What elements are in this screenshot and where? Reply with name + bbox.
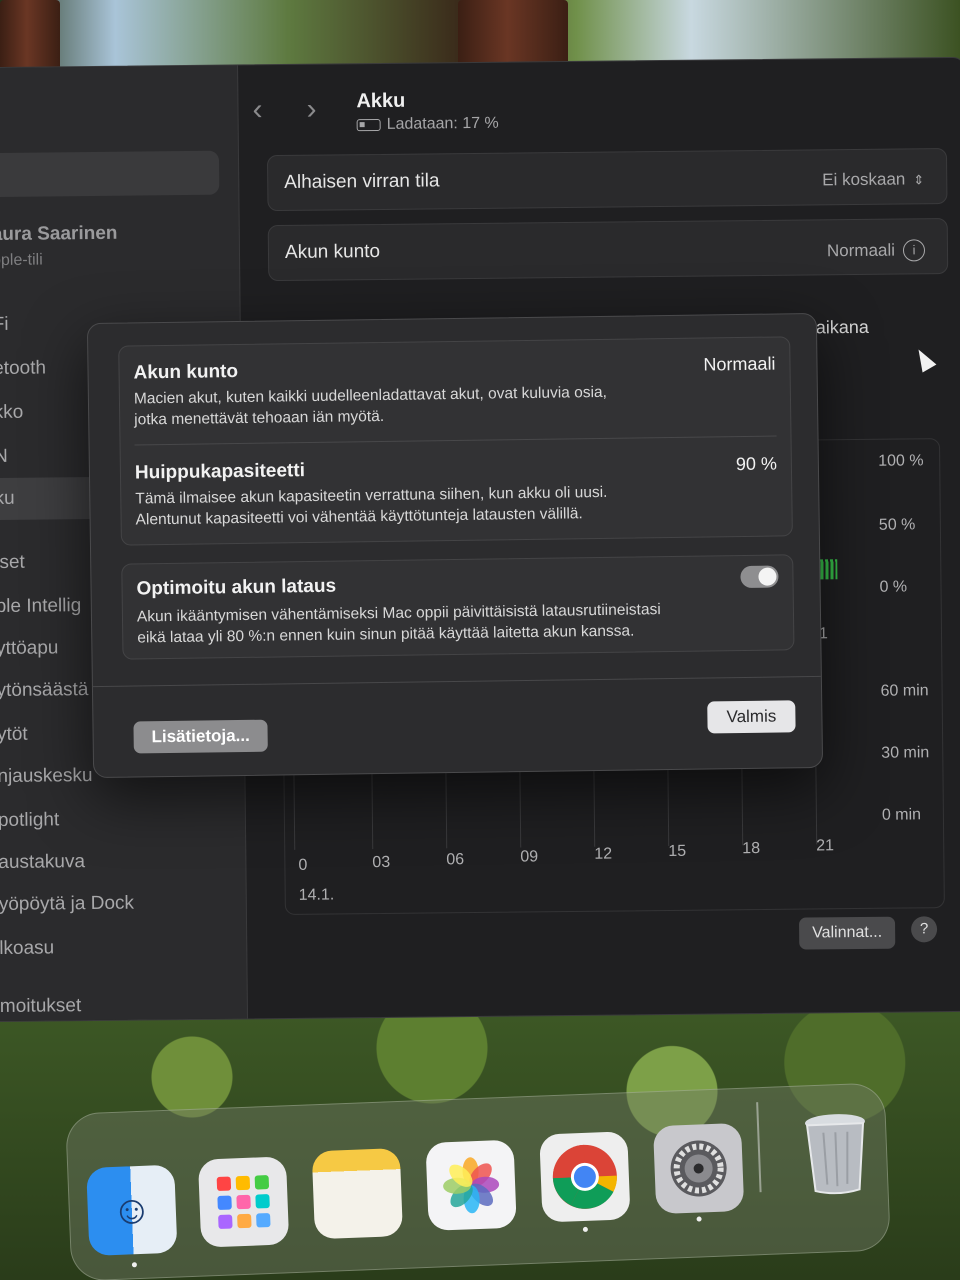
battery-charging-icon [356,118,381,132]
chrome-icon[interactable] [539,1131,631,1223]
low-power-mode-label: Alhaisen virran tila [284,170,440,193]
dock: ☺ [65,1082,891,1280]
help-button[interactable]: ? [910,916,938,943]
x-axis-label-18: 18 [742,840,761,858]
x-axis-label-06: 06 [446,851,465,869]
more-info-button[interactable]: Lisätietoja... [133,719,268,754]
options-button[interactable]: Valinnat... [798,916,896,950]
x-axis-label-09: 09 [520,848,539,866]
chrome-logo-glyph [552,1144,617,1209]
system-settings-icon[interactable] [652,1122,745,1215]
photos-icon[interactable] [425,1139,517,1231]
low-power-mode-row: Alhaisen virran tila Ei koskaan ⇕ [266,148,948,212]
battery-health-value-group: Normaali i [826,239,926,262]
notes-icon[interactable] [311,1147,404,1240]
battery-info-card: Akun kunto Normaali Macien akut, kuten k… [118,336,793,546]
page-title: Akku [356,89,406,113]
optimized-charging-toggle[interactable] [740,565,779,589]
running-indicator-dot [582,1226,588,1233]
optimized-charging-title: Optimoitu akun lataus [136,575,337,600]
battery-health-desc-line2: jotka menettävät tehoaan iän myötä. [134,407,385,429]
back-arrow-icon[interactable]: ‹ [252,93,262,127]
low-power-mode-value: Ei koskaan [822,169,906,190]
x-axis-label-03: 03 [372,853,391,872]
y-axis-label-50: 50 % [878,516,916,534]
gear-icon [670,1140,727,1197]
sidebar-item-appearance[interactable]: lkoasu [0,935,239,960]
battery-health-value: Normaali [826,240,896,261]
done-button[interactable]: Valmis [707,700,796,734]
trash-can-glyph [804,1114,865,1195]
running-indicator-dot [696,1216,702,1222]
charging-status-text: Ladataan: 17 % [386,114,499,133]
x-axis-label-21: 21 [816,837,835,855]
sidebar-item-spotlight[interactable]: potlight [0,807,238,832]
sidebar-item-wallpaper[interactable]: austakuva [0,849,238,874]
card-divider [134,435,777,446]
launchpad-grid-glyph [216,1175,271,1229]
x-axis-label-12: 12 [594,845,613,863]
y-axis-label-30min: 30 min [881,744,930,762]
finder-icon[interactable]: ☺ [86,1164,178,1256]
photos-flower-glyph [443,1157,500,1214]
sidebar-search-field[interactable] [0,150,220,198]
info-icon[interactable]: i [902,239,926,262]
partial-row-text: aikana [815,316,869,338]
dock-separator [756,1102,762,1193]
sidebar-user-account[interactable]: pple-tili [0,252,43,271]
y-axis-label-100: 100 % [878,452,924,470]
battery-health-status: Normaali [703,353,776,375]
battery-health-title: Akun kunto [133,361,239,384]
updown-chevron-icon: ⇕ [913,171,925,187]
x-axis-label-15: 15 [668,842,687,860]
low-power-mode-select[interactable]: Ei koskaan ⇕ [822,169,924,190]
battery-health-dialog: Akun kunto Normaali Macien akut, kuten k… [86,312,824,779]
peak-capacity-value: 90 % [735,453,778,475]
battery-health-label: Akun kunto [284,240,381,263]
trash-icon[interactable] [791,1108,882,1199]
launchpad-icon[interactable] [197,1156,290,1248]
sidebar-user-name[interactable]: aura Saarinen [0,223,118,246]
y-axis-label-60min: 60 min [880,682,929,700]
finder-face-glyph: ☺ [110,1187,154,1233]
x-axis-label-0: 0 [298,856,308,874]
forward-arrow-icon[interactable]: › [306,93,316,127]
running-indicator-dot [131,1262,138,1268]
dialog-separator [92,675,821,688]
peak-capacity-title: Huippukapasiteetti [134,460,306,484]
sidebar-item-desktop-dock[interactable]: yöpöytä ja Dock [0,891,239,916]
y-axis-label-0: 0 % [879,578,908,596]
battery-health-row: Akun kunto Normaali i [267,218,949,282]
optimized-charging-card: Optimoitu akun lataus Akun ikääntymisen … [121,554,795,660]
y-axis-label-0min: 0 min [881,806,922,824]
sidebar-item-notifications[interactable]: moitukset [0,993,240,1018]
charging-status: Ladataan: 17 % [356,114,499,134]
chart-date-label: 14.1. [298,886,335,904]
